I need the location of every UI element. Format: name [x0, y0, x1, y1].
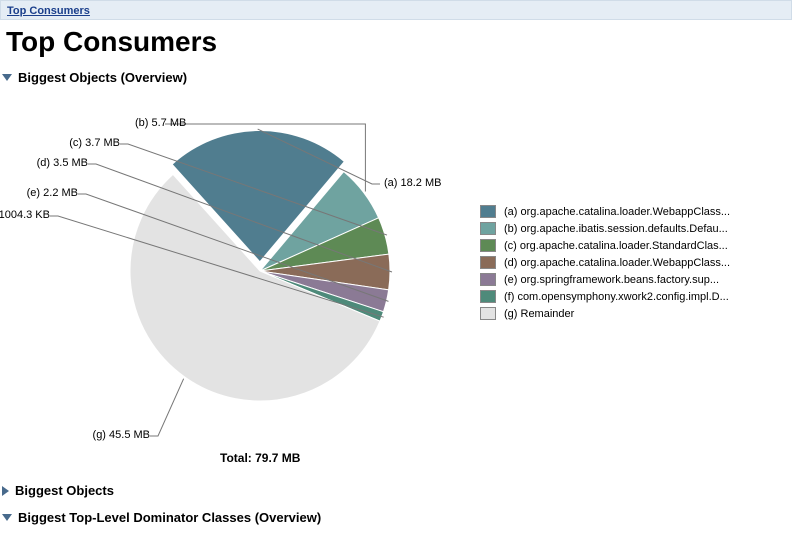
breadcrumb-link[interactable]: Top Consumers: [7, 5, 90, 17]
total-label: Total: 79.7 MB: [220, 451, 300, 465]
breadcrumb-bar: Top Consumers: [0, 0, 792, 20]
callout-line: [78, 194, 388, 301]
legend-swatch: [480, 222, 496, 235]
legend-label: (c) org.apache.catalina.loader.StandardC…: [504, 240, 728, 252]
legend-swatch: [480, 273, 496, 286]
slice-label-f: (f) 1004.3 KB: [0, 209, 50, 221]
page-title: Top Consumers: [6, 26, 792, 58]
section-label: Biggest Objects: [15, 483, 114, 498]
callout-line: [50, 216, 384, 317]
section-biggest-objects[interactable]: Biggest Objects: [2, 483, 792, 498]
legend-item-f: (f) com.opensymphony.xwork2.config.impl.…: [480, 290, 750, 303]
slice-label-a: (a) 18.2 MB: [384, 177, 441, 189]
legend-swatch: [480, 256, 496, 269]
legend-label: (f) com.opensymphony.xwork2.config.impl.…: [504, 291, 729, 303]
legend-label: (e) org.springframework.beans.factory.su…: [504, 274, 719, 286]
legend-label: (a) org.apache.catalina.loader.WebappCla…: [504, 206, 730, 218]
legend-swatch: [480, 239, 496, 252]
legend-label: (d) org.apache.catalina.loader.WebappCla…: [504, 257, 730, 269]
legend-swatch: [480, 290, 496, 303]
slice-label-g: (g) 45.5 MB: [93, 429, 150, 441]
pie-area: (a) 18.2 MB (b) 5.7 MB (c) 3.7 MB (d) 3.5 M…: [0, 91, 480, 471]
callout-line: [150, 379, 184, 436]
chevron-right-icon: [2, 486, 9, 496]
legend-item-c: (c) org.apache.catalina.loader.StandardC…: [480, 239, 750, 252]
section-label: Biggest Objects (Overview): [18, 70, 187, 85]
callout-line: [88, 164, 392, 272]
slice-label-d: (d) 3.5 MB: [37, 157, 88, 169]
legend-label: (b) org.apache.ibatis.session.defaults.D…: [504, 223, 728, 235]
section-label: Biggest Top-Level Dominator Classes (Ove…: [18, 510, 321, 525]
legend-swatch: [480, 307, 496, 320]
section-biggest-objects-overview[interactable]: Biggest Objects (Overview): [2, 70, 792, 85]
chevron-down-icon: [2, 514, 12, 521]
chevron-down-icon: [2, 74, 12, 81]
slice-label-e: (e) 2.2 MB: [27, 187, 78, 199]
legend-item-d: (d) org.apache.catalina.loader.WebappCla…: [480, 256, 750, 269]
legend-item-g: (g) Remainder: [480, 307, 750, 320]
biggest-objects-chart: (a) 18.2 MB (b) 5.7 MB (c) 3.7 MB (d) 3.5 M…: [0, 91, 792, 471]
section-dominator-classes[interactable]: Biggest Top-Level Dominator Classes (Ove…: [2, 510, 792, 525]
legend-label: (g) Remainder: [504, 308, 574, 320]
slice-label-c: (c) 3.7 MB: [69, 137, 120, 149]
slice-label-b: (b) 5.7 MB: [135, 117, 186, 129]
legend-item-b: (b) org.apache.ibatis.session.defaults.D…: [480, 222, 750, 235]
legend: (a) org.apache.catalina.loader.WebappCla…: [480, 201, 750, 324]
legend-swatch: [480, 205, 496, 218]
callout-line: [258, 129, 380, 184]
legend-item-e: (e) org.springframework.beans.factory.su…: [480, 273, 750, 286]
callout-line: [165, 124, 365, 192]
legend-item-a: (a) org.apache.catalina.loader.WebappCla…: [480, 205, 750, 218]
